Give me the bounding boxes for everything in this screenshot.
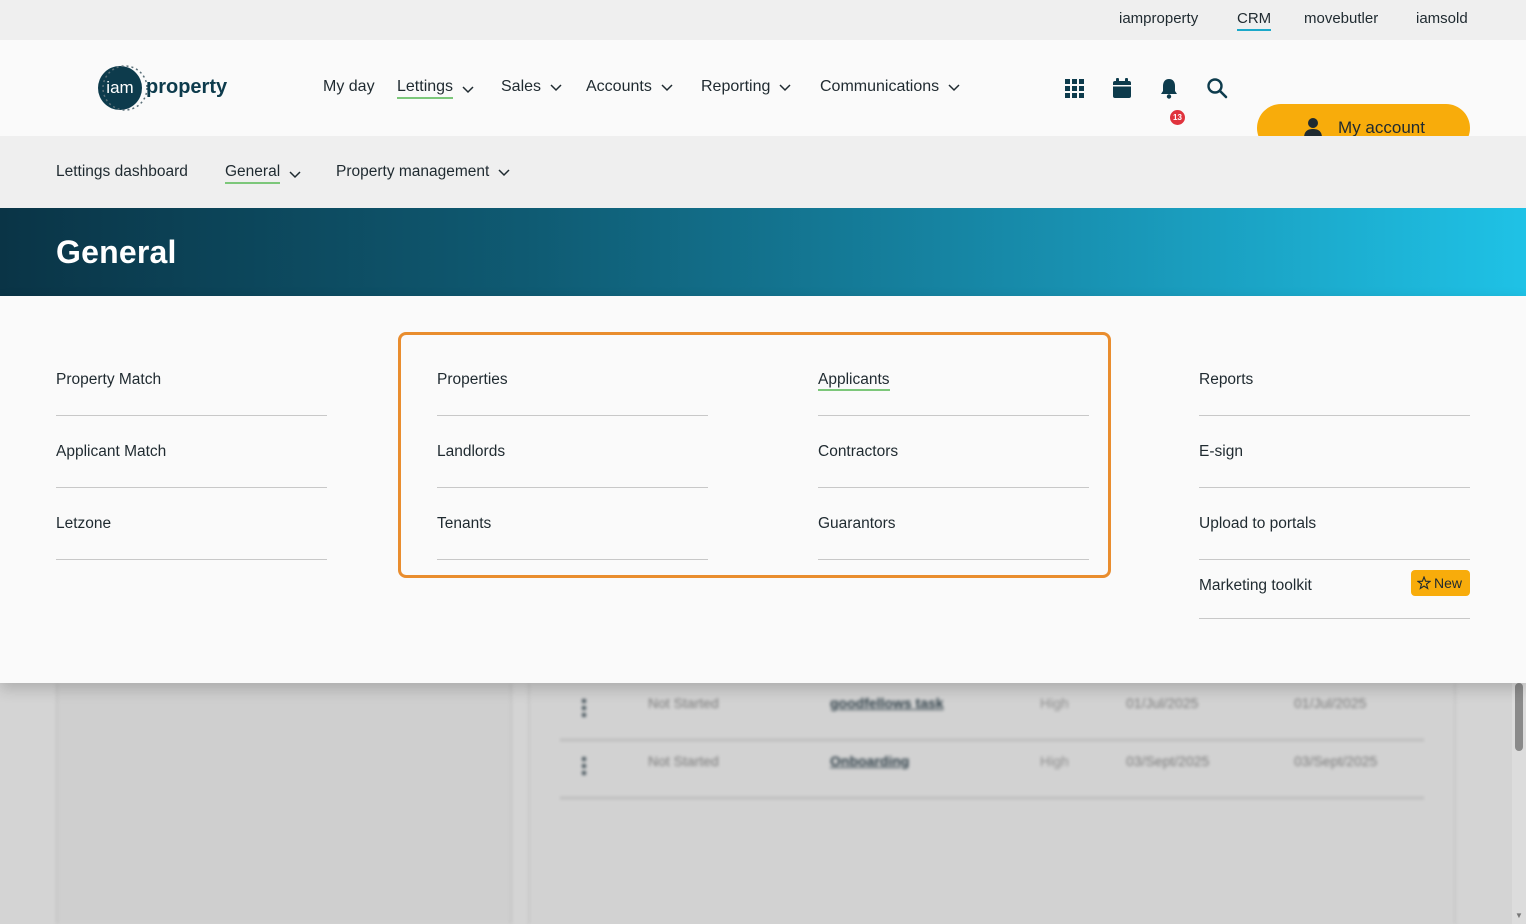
table-row: Not Started goodfellows task High 01/Jul… — [560, 683, 1424, 741]
menu-link-landlords[interactable]: Landlords — [437, 416, 708, 488]
new-badge-label: New — [1433, 575, 1462, 591]
menu-link-label: Letzone — [56, 515, 112, 532]
task-name-link: goodfellows task — [830, 695, 944, 711]
task-start-date: 01/Jul/2025 — [1126, 695, 1199, 711]
general-dropdown-panel: Property Match Applicant Match Letzone P… — [0, 296, 1526, 683]
page-title: General — [56, 234, 177, 270]
menu-link-contractors[interactable]: Contractors — [818, 416, 1089, 488]
menu-link-label: Upload to portals — [1199, 515, 1317, 532]
top-link-movebutler[interactable]: movebutler — [1304, 10, 1378, 27]
chevron-down-icon — [779, 84, 791, 92]
chevron-down-icon — [289, 170, 301, 178]
menu-link-label: Contractors — [818, 443, 899, 460]
menu-link-properties[interactable]: Properties — [437, 344, 708, 416]
menu-link-label: Landlords — [437, 443, 506, 460]
menu-link-e-sign[interactable]: E-sign — [1199, 416, 1470, 488]
subnav-property-management-label: Property management — [336, 163, 490, 180]
task-due-date: 03/Sept/2025 — [1294, 753, 1378, 769]
task-status: Not Started — [648, 695, 719, 711]
logo-text-iam: iam — [106, 78, 133, 97]
chevron-down-icon — [550, 84, 562, 92]
nav-sales[interactable]: Sales — [501, 78, 563, 96]
menu-link-label: Guarantors — [818, 515, 896, 532]
chevron-down-icon — [498, 169, 510, 177]
nav-reporting[interactable]: Reporting — [701, 78, 792, 96]
iamproperty-logo[interactable]: iam property — [96, 64, 236, 112]
my-account-label: My account — [1338, 118, 1425, 137]
scrollbar-thumb[interactable] — [1515, 683, 1523, 751]
menu-link-marketing-toolkit[interactable]: Marketing toolkit New — [1199, 547, 1470, 619]
bell-icon[interactable] — [1157, 76, 1181, 100]
menu-link-label: Applicant Match — [56, 443, 167, 460]
notification-count-badge: 13 — [1170, 110, 1185, 125]
menu-link-guarantors[interactable]: Guarantors — [818, 488, 1089, 560]
top-link-iamproperty[interactable]: iamproperty — [1119, 10, 1198, 27]
background-task-table: Not Started goodfellows task High 01/Jul… — [528, 683, 1456, 924]
task-priority: High — [1040, 695, 1069, 711]
main-header: iam property My day Lettings Sales Accou… — [0, 40, 1526, 152]
search-icon[interactable] — [1205, 76, 1229, 100]
new-badge: New — [1410, 570, 1470, 596]
menu-link-label: Tenants — [437, 515, 492, 532]
menu-link-label: Property Match — [56, 371, 162, 388]
menu-link-applicant-match[interactable]: Applicant Match — [56, 416, 327, 488]
top-link-crm[interactable]: CRM — [1237, 10, 1272, 31]
sparkle-star-icon — [1416, 576, 1431, 590]
nav-communications-label: Communications — [820, 78, 940, 95]
logo-text-property: property — [146, 76, 228, 98]
nav-reporting-label: Reporting — [701, 78, 771, 95]
kebab-menu-icon — [582, 757, 586, 775]
task-due-date: 01/Jul/2025 — [1294, 695, 1367, 711]
section-banner: General — [0, 208, 1526, 296]
apps-grid-icon[interactable] — [1062, 76, 1086, 100]
subnav-property-management[interactable]: Property management — [336, 163, 511, 181]
chevron-down-icon — [948, 84, 960, 92]
sub-navigation: Lettings dashboard General Property mana… — [0, 136, 1526, 208]
task-status: Not Started — [648, 753, 719, 769]
nav-lettings-label: Lettings — [397, 78, 454, 99]
menu-link-label: E-sign — [1199, 443, 1243, 460]
subnav-general-label: General — [225, 163, 281, 184]
kebab-menu-icon — [582, 699, 586, 717]
menu-link-reports[interactable]: Reports — [1199, 344, 1470, 416]
nav-accounts-label: Accounts — [586, 78, 652, 95]
menu-link-letzone[interactable]: Letzone — [56, 488, 327, 560]
nav-my-day-label: My day — [323, 78, 375, 95]
menu-link-label: Reports — [1199, 371, 1254, 388]
chevron-down-icon — [661, 84, 673, 92]
menu-link-property-match[interactable]: Property Match — [56, 344, 327, 416]
menu-link-tenants[interactable]: Tenants — [437, 488, 708, 560]
background-left-panel — [56, 683, 512, 924]
menu-link-label: Properties — [437, 371, 508, 388]
task-start-date: 03/Sept/2025 — [1126, 753, 1210, 769]
task-priority: High — [1040, 753, 1069, 769]
top-link-iamsold[interactable]: iamsold — [1416, 10, 1468, 27]
nav-communications[interactable]: Communications — [820, 78, 961, 96]
table-row: Not Started Onboarding High 03/Sept/2025… — [560, 741, 1424, 799]
nav-sales-label: Sales — [501, 78, 542, 95]
subnav-lettings-dashboard[interactable]: Lettings dashboard — [56, 163, 188, 181]
scroll-down-arrow-icon[interactable]: ▼ — [1515, 911, 1523, 920]
top-utility-bar: iamproperty CRM movebutler iamsold — [0, 0, 1526, 40]
subnav-general[interactable]: General — [225, 163, 302, 184]
page-scrollbar[interactable]: ▼ — [1512, 683, 1526, 924]
nav-accounts[interactable]: Accounts — [586, 78, 674, 96]
nav-my-day[interactable]: My day — [323, 78, 375, 96]
task-name-link: Onboarding — [830, 753, 910, 769]
nav-lettings[interactable]: Lettings — [397, 78, 475, 99]
menu-link-applicants[interactable]: Applicants — [818, 344, 1089, 416]
logo-mark: iam property — [98, 65, 228, 111]
menu-link-label: Applicants — [818, 371, 890, 391]
menu-link-label: Marketing toolkit — [1199, 577, 1312, 594]
calendar-icon[interactable] — [1110, 76, 1134, 100]
chevron-down-icon — [462, 85, 474, 93]
subnav-lettings-dashboard-label: Lettings dashboard — [56, 163, 188, 180]
